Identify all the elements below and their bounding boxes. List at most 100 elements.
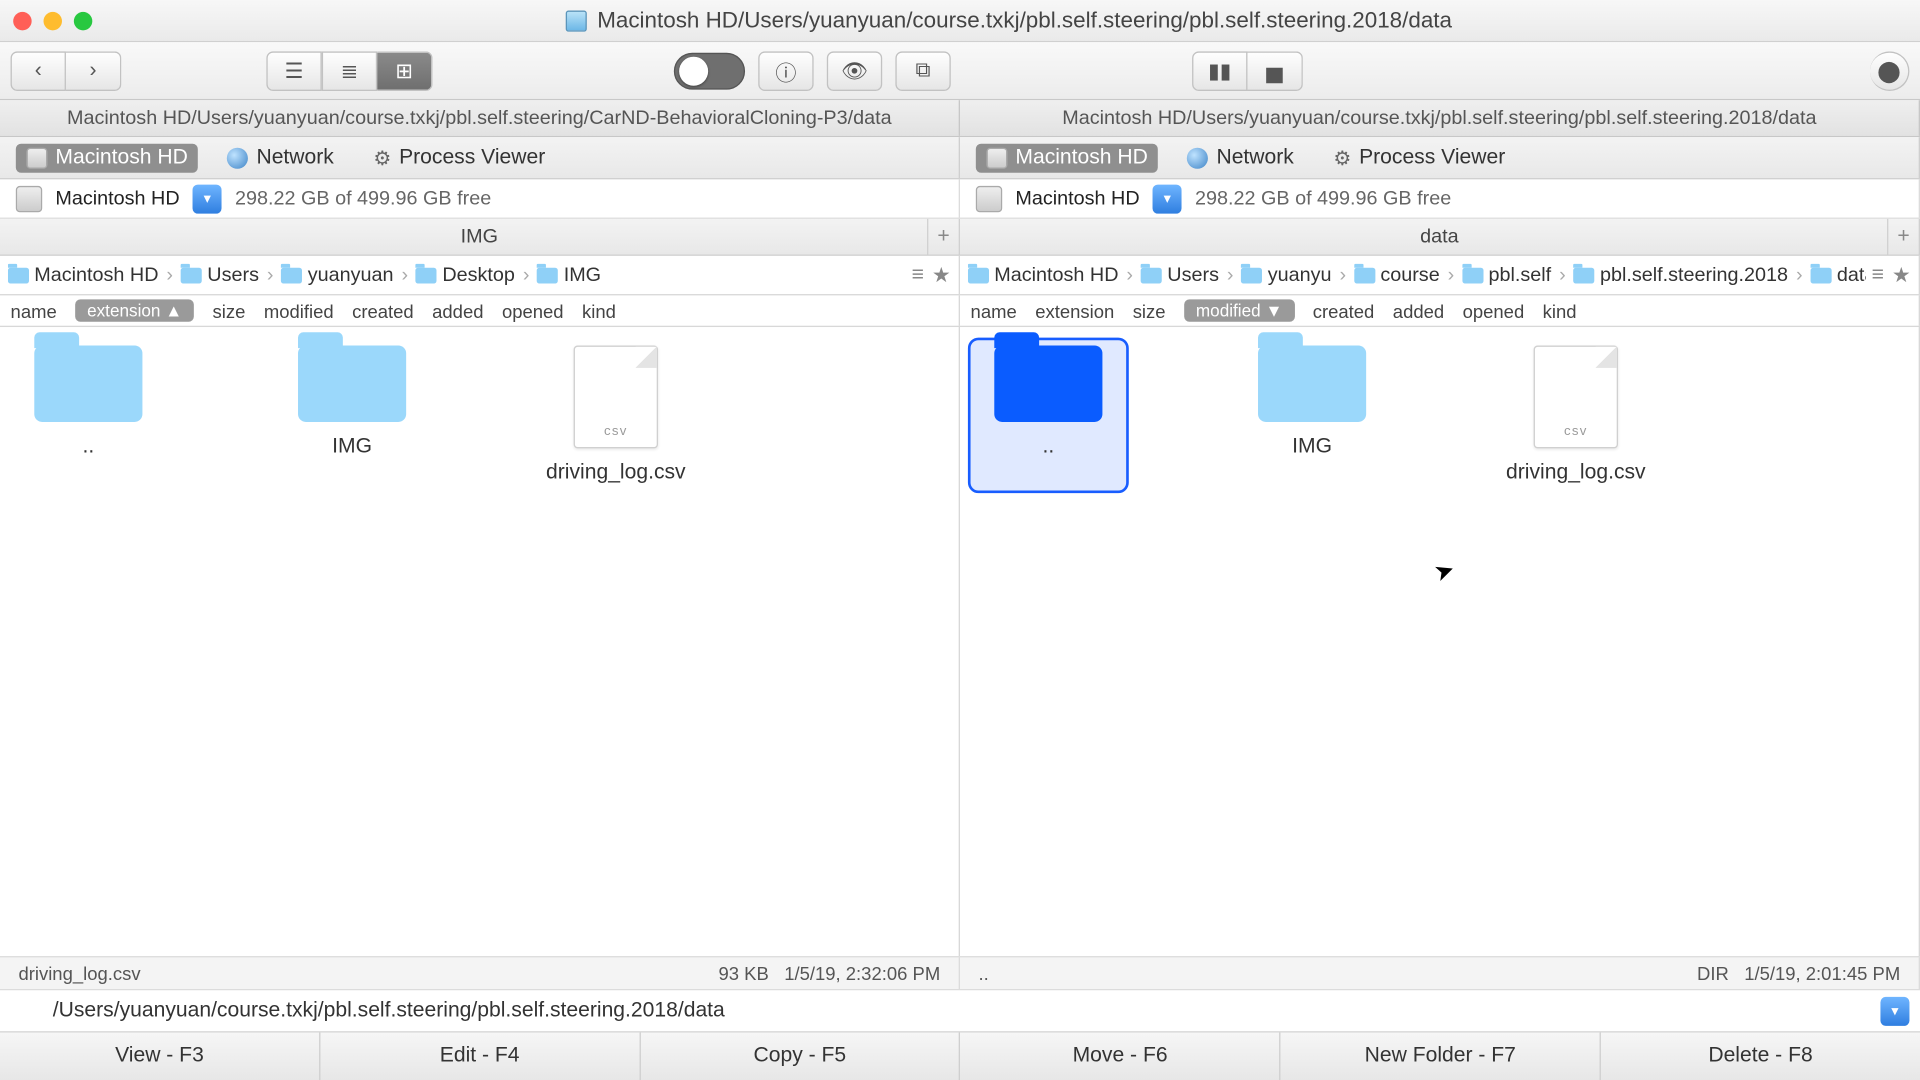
- left-pane[interactable]: .. IMG driving_log.csv: [0, 327, 960, 956]
- breadcrumb-seg[interactable]: IMG: [537, 264, 601, 286]
- main-toolbar: ‹ › ☰ ≣ ⊞ ⓘ 👁 ⧉ ▮▮ ▅ ⬤: [0, 42, 1920, 100]
- breadcrumb-seg[interactable]: pbl.self: [1462, 264, 1551, 286]
- col-added[interactable]: added: [1393, 300, 1444, 321]
- left-shelf-hd[interactable]: Macintosh HD: [16, 143, 199, 172]
- right-shelf-process[interactable]: ⚙Process Viewer: [1323, 143, 1516, 172]
- left-drive-free: 298.22 GB of 499.96 GB free: [235, 187, 491, 209]
- fkey-button[interactable]: New Folder - F7: [1281, 1033, 1601, 1080]
- folder-icon: [1141, 267, 1162, 283]
- left-shelf-process[interactable]: ⚙Process Viewer: [363, 143, 556, 172]
- right-folder-tab[interactable]: data +: [960, 219, 1920, 255]
- back-button[interactable]: ‹: [11, 51, 66, 91]
- col-size[interactable]: size: [1133, 300, 1166, 321]
- right-drive-free: 298.22 GB of 499.96 GB free: [1195, 187, 1451, 209]
- left-folder-tab[interactable]: IMG +: [0, 219, 960, 255]
- right-shelf-hd[interactable]: Macintosh HD: [976, 143, 1159, 172]
- minimize-icon[interactable]: [44, 11, 62, 29]
- breadcrumb-seg[interactable]: data: [1810, 264, 1866, 286]
- col-name[interactable]: name: [11, 300, 57, 321]
- left-list-toggle[interactable]: ≡: [912, 263, 924, 287]
- folder-icon: [1354, 267, 1375, 283]
- file-item[interactable]: ..: [16, 345, 161, 485]
- gear-icon: ⚙: [1333, 146, 1351, 170]
- command-line[interactable]: ▾: [0, 990, 1920, 1032]
- path-tabs: Macintosh HD/Users/yuanyuan/course.txkj/…: [0, 100, 1920, 137]
- fkey-button[interactable]: View - F3: [0, 1033, 320, 1080]
- folder-icon: [1258, 345, 1366, 421]
- close-icon[interactable]: [13, 11, 31, 29]
- folder-icon: [416, 267, 437, 283]
- fkey-button[interactable]: Edit - F4: [320, 1033, 640, 1080]
- terminal-button[interactable]: ▅: [1247, 51, 1302, 91]
- col-name[interactable]: name: [971, 300, 1017, 321]
- file-item[interactable]: driving_log.csv: [543, 345, 688, 485]
- csv-file-icon: [574, 345, 658, 448]
- col-created[interactable]: created: [1313, 300, 1375, 321]
- quicklook-button[interactable]: 👁: [827, 51, 882, 91]
- user-button[interactable]: ⬤: [1870, 51, 1910, 91]
- fkey-button[interactable]: Move - F6: [961, 1033, 1281, 1080]
- col-size[interactable]: size: [213, 300, 246, 321]
- file-item[interactable]: ..: [976, 345, 1121, 485]
- left-path-tab[interactable]: Macintosh HD/Users/yuanyuan/course.txkj/…: [0, 100, 960, 136]
- drive-icon: [16, 185, 42, 211]
- folder-icon: [1462, 267, 1483, 283]
- right-column-headers: name extension size modified ▼ created addedo…: [960, 295, 1920, 325]
- compare-button[interactable]: ⧉: [895, 51, 950, 91]
- globe-icon: [227, 147, 248, 168]
- folder-icon: [994, 345, 1102, 421]
- col-added[interactable]: added: [432, 300, 483, 321]
- folder-icon: [8, 267, 29, 283]
- right-path-tab[interactable]: Macintosh HD/Users/yuanyuan/course.txkj/…: [960, 100, 1920, 136]
- breadcrumb-seg[interactable]: course: [1354, 264, 1440, 286]
- fkey-button[interactable]: Copy - F5: [640, 1033, 960, 1080]
- right-drive-name[interactable]: Macintosh HD: [1015, 187, 1139, 209]
- col-kind[interactable]: kind: [1543, 300, 1577, 321]
- left-star[interactable]: ★: [932, 262, 951, 288]
- file-label: ..: [82, 435, 94, 459]
- file-item[interactable]: IMG: [280, 345, 425, 485]
- col-extension[interactable]: extension ▲: [75, 299, 194, 321]
- right-add-tab[interactable]: +: [1887, 219, 1919, 255]
- forward-button[interactable]: ›: [66, 51, 121, 91]
- breadcrumb-seg[interactable]: pbl.self.steering.2018: [1574, 264, 1788, 286]
- breadcrumb-seg[interactable]: Macintosh HD: [8, 264, 159, 286]
- col-opened[interactable]: opened: [502, 300, 564, 321]
- command-input[interactable]: [53, 999, 1868, 1023]
- breadcrumb-seg[interactable]: Users: [181, 264, 259, 286]
- view-icons-button[interactable]: ⊞: [377, 51, 432, 91]
- col-extension[interactable]: extension: [1035, 300, 1114, 321]
- right-star[interactable]: ★: [1892, 262, 1911, 288]
- zoom-icon[interactable]: [74, 11, 92, 29]
- file-label: driving_log.csv: [546, 462, 686, 486]
- file-item[interactable]: IMG: [1240, 345, 1385, 485]
- right-pane[interactable]: ➤ ..IMGdriving_log.csv: [960, 327, 1920, 956]
- breadcrumb-seg[interactable]: Users: [1141, 264, 1219, 286]
- drive-icon: [976, 185, 1002, 211]
- col-modified[interactable]: modified ▼: [1184, 299, 1294, 321]
- breadcrumb-seg[interactable]: yuanyuan: [281, 264, 393, 286]
- col-opened[interactable]: opened: [1463, 300, 1525, 321]
- dual-pane-button[interactable]: ▮▮: [1192, 51, 1247, 91]
- col-created[interactable]: created: [352, 300, 414, 321]
- right-drive-dropdown[interactable]: ▾: [1153, 184, 1182, 213]
- fkey-button[interactable]: Delete - F8: [1601, 1033, 1920, 1080]
- breadcrumb-seg[interactable]: Macintosh HD: [968, 264, 1119, 286]
- left-add-tab[interactable]: +: [927, 219, 959, 255]
- folder-icon: [298, 345, 406, 421]
- breadcrumb-seg[interactable]: Desktop: [416, 264, 515, 286]
- col-modified[interactable]: modified: [264, 300, 334, 321]
- right-shelf-network[interactable]: Network: [1177, 143, 1305, 172]
- right-list-toggle[interactable]: ≡: [1872, 263, 1884, 287]
- dark-toggle[interactable]: [674, 52, 745, 89]
- breadcrumb-seg[interactable]: yuanyu: [1241, 264, 1331, 286]
- col-kind[interactable]: kind: [582, 300, 616, 321]
- left-shelf-network[interactable]: Network: [217, 143, 345, 172]
- command-dropdown[interactable]: ▾: [1880, 996, 1909, 1025]
- info-button[interactable]: ⓘ: [758, 51, 813, 91]
- file-item[interactable]: driving_log.csv: [1503, 345, 1648, 485]
- view-list-button[interactable]: ☰: [266, 51, 321, 91]
- left-drive-dropdown[interactable]: ▾: [193, 184, 222, 213]
- view-columns-button[interactable]: ≣: [322, 51, 377, 91]
- left-drive-name[interactable]: Macintosh HD: [55, 187, 179, 209]
